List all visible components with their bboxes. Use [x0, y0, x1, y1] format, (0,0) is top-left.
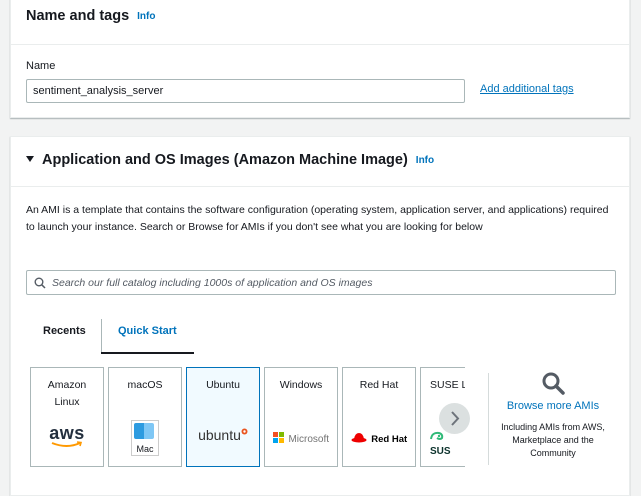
name-label: Name: [26, 60, 56, 72]
ami-panel: Application and OS Images (Amazon Machin…: [10, 136, 630, 496]
os-card-name: SUSE L: [430, 379, 465, 391]
ami-info-link[interactable]: Info: [416, 155, 434, 166]
browse-more-amis-link[interactable]: Browse more AMIs: [497, 400, 609, 412]
os-card-name: Amazon Linux: [47, 379, 87, 408]
red-hat-logo-icon: Red Hat: [343, 429, 415, 447]
os-card-windows[interactable]: Windows Microsoft: [264, 367, 338, 467]
os-card-name: Red Hat: [359, 379, 399, 391]
browse-more-divider: [488, 373, 489, 465]
name-and-tags-info-link[interactable]: Info: [137, 11, 155, 22]
ami-description: An AMI is a template that contains the s…: [26, 204, 609, 233]
os-card-name: Windows: [279, 379, 323, 391]
os-card-name: macOS: [127, 379, 163, 391]
ami-search-input[interactable]: Search our full catalog including 1000s …: [26, 270, 616, 295]
ubuntu-logo-icon: ubuntu: [187, 427, 259, 445]
suse-logo-icon: SUS: [421, 431, 465, 459]
mac-finder-icon: Mac: [109, 420, 181, 456]
search-icon: [34, 277, 46, 289]
os-card-name: Ubuntu: [206, 379, 240, 391]
name-input-value: sentiment_analysis_server: [33, 85, 164, 97]
ami-heading[interactable]: Application and OS Images (Amazon Machin…: [26, 152, 434, 168]
name-and-tags-panel: Name and tags Info Name sentiment_analysi…: [10, 0, 630, 118]
tab-separator: [101, 319, 102, 353]
panel-divider: [11, 44, 629, 45]
chevron-right-icon: [451, 411, 460, 426]
carousel-next-button[interactable]: [439, 403, 470, 434]
name-and-tags-title: Name and tags: [26, 8, 130, 24]
microsoft-logo-icon: Microsoft: [265, 429, 337, 447]
os-card-red-hat[interactable]: Red Hat Red Hat: [342, 367, 416, 467]
browse-more-amis-description: Including AMIs from AWS, Marketplace and…: [501, 422, 605, 458]
ami-search-placeholder: Search our full catalog including 1000s …: [52, 277, 373, 289]
name-input[interactable]: sentiment_analysis_server: [26, 79, 465, 103]
browse-more-amis[interactable]: Browse more AMIs Including AMIs from AWS…: [497, 371, 609, 460]
os-card-amazon-linux[interactable]: Amazon Linux aws: [30, 367, 104, 467]
tab-recents[interactable]: Recents: [43, 325, 86, 337]
search-icon: [542, 372, 565, 395]
panel-divider: [11, 186, 629, 187]
name-and-tags-heading: Name and tags Info: [26, 8, 155, 24]
os-card-ubuntu[interactable]: Ubuntu ubuntu: [186, 367, 260, 467]
os-card-macos[interactable]: macOS Mac: [108, 367, 182, 467]
caret-down-icon[interactable]: [26, 156, 34, 162]
add-additional-tags-link[interactable]: Add additional tags: [480, 83, 574, 95]
tab-quick-start[interactable]: Quick Start: [118, 325, 177, 337]
ami-title: Application and OS Images (Amazon Machin…: [42, 152, 408, 168]
aws-logo-icon: aws: [31, 423, 103, 448]
active-tab-indicator: [101, 352, 194, 354]
